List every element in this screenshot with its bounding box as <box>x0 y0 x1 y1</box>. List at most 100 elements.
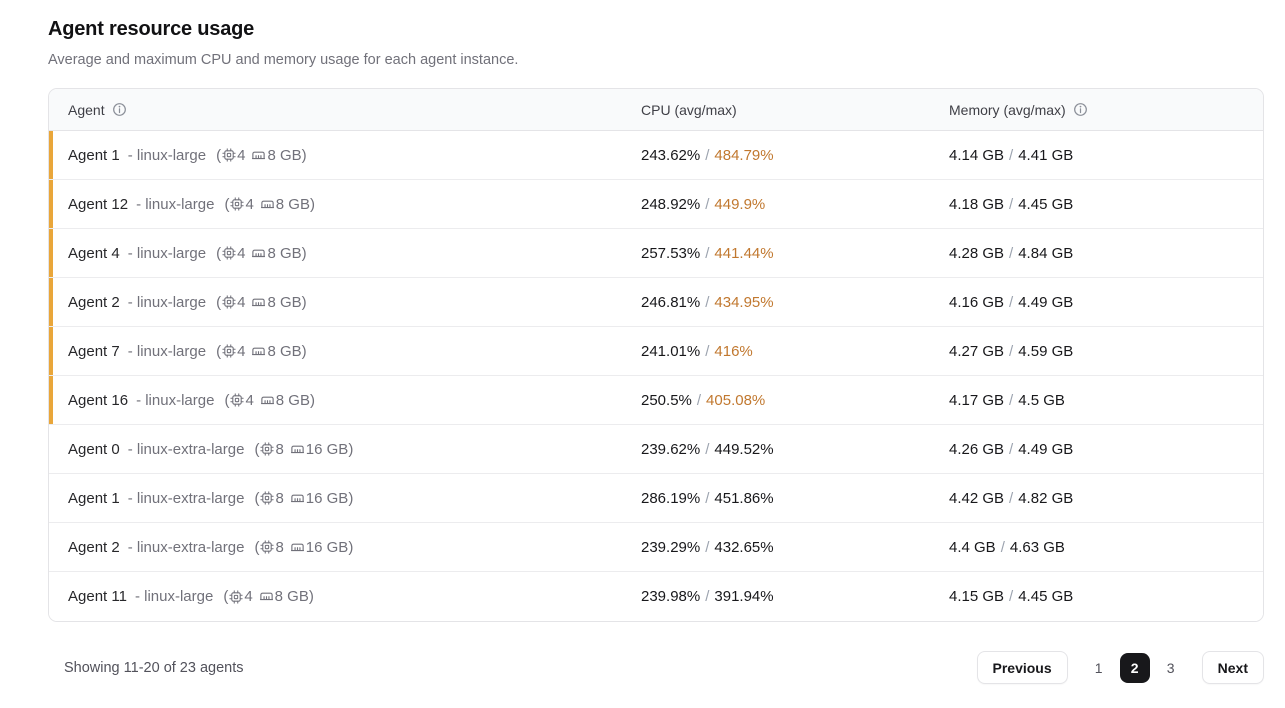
value-separator: / <box>700 294 714 311</box>
cpu-max-value: 451.86% <box>714 490 773 507</box>
memory-avg-value: 4.4 GB <box>949 539 996 556</box>
next-page-button[interactable]: Next <box>1202 651 1264 684</box>
cpu-usage-cell: 239.62%/449.52% <box>641 441 949 458</box>
memory-avg-value: 4.28 GB <box>949 245 1004 262</box>
value-separator: / <box>700 147 714 164</box>
memory-usage-cell: 4.18 GB/4.45 GB <box>949 196 1263 213</box>
agent-specs: ( 8 16 GB <box>254 441 353 458</box>
value-separator: / <box>1004 490 1018 507</box>
memory-icon <box>251 148 266 163</box>
cpu-chip-icon <box>222 344 236 358</box>
info-icon[interactable] <box>112 102 127 117</box>
table-row: Agent 11 - linux-large ( 4 <box>49 572 1263 621</box>
specs-paren-open: ( <box>224 392 229 409</box>
cpu-max-value: 449.52% <box>714 441 773 458</box>
agent-cell: Agent 1 - linux-extra-large ( 8 <box>49 490 641 507</box>
agent-instance-type: - linux-large <box>135 588 213 605</box>
agent-instance-type: - linux-extra-large <box>128 539 245 556</box>
cpu-avg-value: 241.01% <box>641 343 700 360</box>
specs-paren-close: ) <box>302 294 307 311</box>
page-number-2-current[interactable]: 2 <box>1120 653 1150 683</box>
agent-cpu-count: 4 <box>245 392 253 409</box>
cpu-chip-icon <box>222 246 236 260</box>
table-footer: Showing 11-20 of 23 agents Previous 1 2 … <box>48 651 1264 684</box>
cpu-chip-icon <box>230 393 244 407</box>
agent-instance-type: - linux-large <box>128 245 206 262</box>
cpu-usage-cell: 246.81%/434.95% <box>641 294 949 311</box>
agent-instance-type: - linux-large <box>128 343 206 360</box>
cpu-max-value: 434.95% <box>714 294 773 311</box>
memory-icon <box>290 540 305 555</box>
value-separator: / <box>700 588 714 605</box>
agent-cpu-count: 4 <box>237 294 245 311</box>
info-icon[interactable] <box>1073 102 1088 117</box>
high-usage-indicator <box>49 278 53 326</box>
agent-ram-amount: 16 GB <box>306 490 349 507</box>
agent-cpu-count: 4 <box>245 196 253 213</box>
agent-ram-amount: 8 GB <box>267 343 301 360</box>
specs-paren-open: ( <box>254 539 259 556</box>
memory-avg-value: 4.17 GB <box>949 392 1004 409</box>
agent-cpu-count: 4 <box>237 245 245 262</box>
cpu-chip-icon <box>222 148 236 162</box>
cpu-usage-cell: 243.62%/484.79% <box>641 147 949 164</box>
value-separator: / <box>1004 147 1018 164</box>
table-row: Agent 0 - linux-extra-large ( 8 <box>49 425 1263 474</box>
memory-avg-value: 4.27 GB <box>949 343 1004 360</box>
page-number-1[interactable]: 1 <box>1084 653 1114 683</box>
specs-paren-close: ) <box>348 539 353 556</box>
cpu-avg-value: 239.62% <box>641 441 700 458</box>
previous-page-button[interactable]: Previous <box>977 651 1068 684</box>
page-title: Agent resource usage <box>48 18 1264 41</box>
table-row: Agent 2 - linux-extra-large ( 8 <box>49 523 1263 572</box>
high-usage-indicator <box>49 131 53 179</box>
results-summary: Showing 11-20 of 23 agents <box>48 660 244 676</box>
agent-ram-amount: 8 GB <box>267 294 301 311</box>
page-subtitle: Average and maximum CPU and memory usage… <box>48 52 1264 68</box>
memory-avg-value: 4.16 GB <box>949 294 1004 311</box>
memory-max-value: 4.63 GB <box>1010 539 1065 556</box>
agent-instance-type: - linux-large <box>136 196 214 213</box>
high-usage-indicator <box>49 180 53 228</box>
agent-specs: ( 4 8 GB ) <box>223 588 314 605</box>
memory-icon <box>251 295 266 310</box>
memory-avg-value: 4.18 GB <box>949 196 1004 213</box>
table-header: Agent CPU (avg/max) Memory (avg/max) <box>49 89 1263 131</box>
memory-usage-cell: 4.27 GB/4.59 GB <box>949 343 1263 360</box>
memory-icon <box>251 246 266 261</box>
cpu-max-value: 432.65% <box>714 539 773 556</box>
cpu-usage-cell: 250.5%/405.08% <box>641 392 949 409</box>
page-number-3[interactable]: 3 <box>1156 653 1186 683</box>
cpu-usage-cell: 248.92%/449.9% <box>641 196 949 213</box>
cpu-avg-value: 239.29% <box>641 539 700 556</box>
specs-paren-open: ( <box>216 294 221 311</box>
specs-paren-open: ( <box>216 147 221 164</box>
agent-specs: ( 4 8 GB ) <box>216 294 307 311</box>
memory-icon <box>260 197 275 212</box>
memory-max-value: 4.5 GB <box>1018 392 1065 409</box>
value-separator: / <box>692 392 706 409</box>
memory-usage-cell: 4.26 GB/4.49 GB <box>949 441 1263 458</box>
memory-max-value: 4.41 GB <box>1018 147 1073 164</box>
memory-icon <box>290 491 305 506</box>
agent-cpu-count: 4 <box>244 588 252 605</box>
agent-cell: Agent 11 - linux-large ( 4 <box>49 588 641 605</box>
agent-cpu-count: 8 <box>275 539 283 556</box>
agent-ram-amount: 8 GB <box>267 245 301 262</box>
cpu-usage-cell: 239.98%/391.94% <box>641 588 949 605</box>
column-header-cpu-label: CPU (avg/max) <box>641 102 737 118</box>
specs-paren-close: ) <box>302 245 307 262</box>
cpu-max-value: 484.79% <box>714 147 773 164</box>
specs-paren-close: ) <box>348 490 353 507</box>
agent-cell: Agent 1 - linux-large ( 4 <box>49 147 641 164</box>
high-usage-indicator <box>49 229 53 277</box>
value-separator: / <box>700 539 714 556</box>
value-separator: / <box>1004 245 1018 262</box>
agent-instance-type: - linux-extra-large <box>128 490 245 507</box>
agent-name: Agent 11 <box>68 588 127 605</box>
agent-name: Agent 1 <box>68 490 120 507</box>
cpu-chip-icon <box>230 197 244 211</box>
cpu-avg-value: 286.19% <box>641 490 700 507</box>
table-body: Agent 1 - linux-large ( 4 <box>49 131 1263 621</box>
agent-specs: ( 4 8 GB ) <box>216 245 307 262</box>
